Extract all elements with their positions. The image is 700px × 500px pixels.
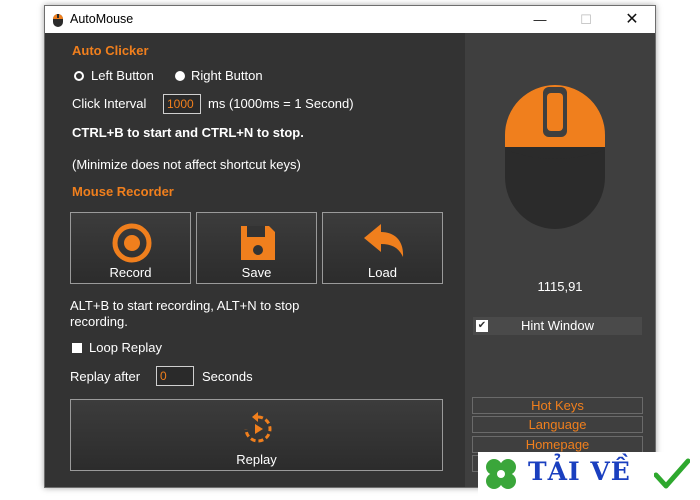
minimize-button[interactable]: —: [517, 6, 563, 33]
undo-arrow-icon: [364, 224, 404, 257]
replay-after-label: Replay after: [70, 369, 141, 384]
maximize-button[interactable]: ☐: [563, 6, 609, 33]
auto-clicker-title: Auto Clicker: [72, 43, 149, 58]
automouse-window: AutoMouse — ☐ ✕ Auto Clicker Left Button…: [44, 5, 656, 488]
record-button[interactable]: Record: [70, 212, 191, 284]
homepage-button[interactable]: Homepage: [472, 436, 643, 453]
replay-label: Replay: [236, 452, 277, 467]
click-interval-label: Click Interval: [72, 96, 147, 111]
hint-window-row[interactable]: ✔ Hint Window: [473, 317, 642, 335]
close-button[interactable]: ✕: [609, 6, 655, 33]
interval-unit-label: ms (1000ms = 1 Second): [208, 96, 354, 111]
minimize-note: (Minimize does not affect shortcut keys): [72, 157, 301, 172]
recorder-shortcut-line2: recording.: [70, 314, 128, 329]
checkmark-icon: [654, 458, 690, 489]
record-icon: [112, 223, 152, 263]
cursor-coordinates: 1115,91: [537, 279, 583, 294]
right-button-label[interactable]: Right Button: [191, 68, 263, 83]
load-button[interactable]: Load: [322, 212, 443, 284]
replay-after-unit: Seconds: [202, 369, 253, 384]
clover-icon: [486, 459, 516, 489]
load-label: Load: [368, 265, 397, 280]
mouse-icon: [505, 85, 605, 229]
record-label: Record: [109, 265, 152, 280]
clicker-shortcut-text: CTRL+B to start and CTRL+N to stop.: [72, 125, 304, 140]
mouse-recorder-title: Mouse Recorder: [72, 184, 174, 199]
replay-icon: [244, 412, 272, 443]
loop-replay-checkbox[interactable]: [72, 343, 82, 353]
app-icon: [53, 14, 63, 27]
click-interval-input[interactable]: [163, 94, 201, 114]
floppy-disk-icon: [241, 226, 275, 260]
replay-button[interactable]: Replay: [70, 399, 443, 471]
language-button[interactable]: Language: [472, 416, 643, 433]
save-label: Save: [241, 265, 272, 280]
hot-keys-button[interactable]: Hot Keys: [472, 397, 643, 414]
window-title: AutoMouse: [70, 12, 134, 26]
replay-after-input[interactable]: [156, 366, 194, 386]
save-button[interactable]: Save: [196, 212, 317, 284]
watermark: TẢI VỀ: [478, 452, 696, 496]
loop-replay-label[interactable]: Loop Replay: [89, 340, 162, 355]
right-button-radio[interactable]: [175, 71, 185, 81]
side-panel: 1115,91 ✔ Hint Window Hot Keys Language …: [465, 33, 655, 487]
hint-window-label[interactable]: Hint Window: [473, 318, 642, 333]
left-pane: Auto Clicker Left Button Right Button Cl…: [45, 33, 465, 487]
left-button-label[interactable]: Left Button: [91, 68, 154, 83]
left-button-radio[interactable]: [74, 71, 84, 81]
title-bar[interactable]: AutoMouse — ☐ ✕: [45, 6, 655, 33]
watermark-text: TẢI VỀ: [528, 457, 631, 486]
recorder-shortcut-line1: ALT+B to start recording, ALT+N to stop: [70, 298, 300, 313]
